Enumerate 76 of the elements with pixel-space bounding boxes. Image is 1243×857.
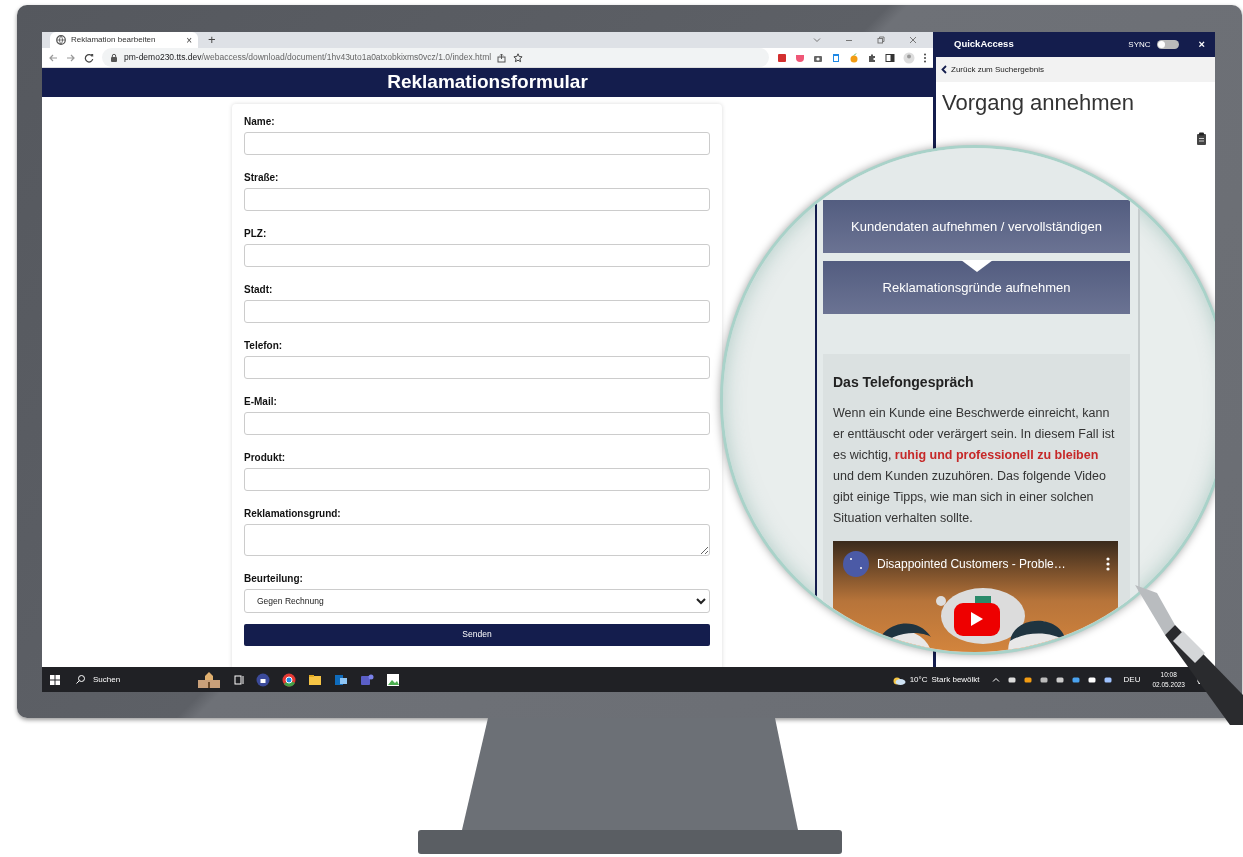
tab-title: Reklamation bearbeiten	[71, 34, 156, 46]
page-heading: Reklamationsformular	[42, 68, 933, 97]
temperature-text: 10°C	[909, 673, 928, 686]
taskbar-search-field[interactable]: Suchen	[72, 671, 222, 688]
reload-icon[interactable]	[84, 52, 94, 63]
forward-icon[interactable]	[66, 52, 76, 63]
back-link[interactable]: Zurück zum Suchergebnis	[936, 57, 1215, 82]
text-field[interactable]	[244, 187, 710, 211]
text-field[interactable]	[244, 411, 710, 435]
browser-tab[interactable]: Reklamation bearbeiten ×	[50, 32, 198, 48]
step-box[interactable]: Reklamationsgründe aufnehmen	[823, 261, 1130, 314]
url-path: /webaccess/download/document/1hv43uto1a0atxobkixms0vcz/1.0/index.html	[201, 52, 492, 63]
video-title[interactable]: Disappointed Customers - Proble…	[877, 554, 1066, 573]
weather-text: Stark bewölkt	[931, 673, 980, 686]
url-host: pm-demo230.tts.dev	[124, 52, 202, 63]
weather-widget[interactable]: 10°C Stark bewölkt	[891, 673, 980, 686]
text-field[interactable]	[244, 355, 710, 379]
field-label: Beurteilung:	[244, 571, 304, 586]
chevron-up-icon[interactable]	[991, 675, 1000, 684]
star-icon[interactable]	[513, 52, 524, 63]
more-icon[interactable]	[1106, 556, 1110, 571]
section-title: Das Telefongespräch	[833, 374, 975, 391]
panel-title: QuickAccess	[954, 37, 1014, 52]
task-view-icon[interactable]	[234, 674, 244, 685]
profile-icon[interactable]	[903, 51, 915, 64]
globe-icon	[56, 35, 66, 45]
image-icon[interactable]	[386, 672, 400, 687]
tab-close-button[interactable]: ×	[186, 32, 192, 48]
lock-app-icon[interactable]	[256, 672, 270, 687]
sidebar-icon[interactable]	[885, 52, 895, 63]
text-field[interactable]	[244, 131, 710, 155]
video-player[interactable]: Disappointed Customers - Proble…	[833, 540, 1120, 652]
field-label: Produkt:	[244, 450, 287, 465]
field-label: E-Mail:	[244, 394, 278, 409]
building-icon	[196, 671, 222, 688]
close-icon[interactable]	[909, 36, 917, 44]
browser-icon[interactable]	[282, 672, 296, 687]
field-label: Name:	[244, 114, 276, 129]
dropdown-field[interactable]: Gegen Rechnung	[244, 588, 710, 613]
panel-close-button[interactable]: ×	[1198, 36, 1205, 53]
lock-icon	[110, 53, 118, 62]
document-icon[interactable]	[831, 52, 841, 63]
mail-icon[interactable]	[334, 672, 348, 687]
text-field[interactable]	[244, 299, 710, 323]
text-field[interactable]	[244, 243, 710, 267]
extension-icon[interactable]	[777, 52, 787, 63]
back-icon[interactable]	[48, 52, 58, 63]
address-field[interactable]: pm-demo230.tts.dev/webaccess/download/document/1hv43uto1a0atxobkixms0vcz/1.0/index.html	[102, 48, 769, 67]
language-indicator[interactable]: DEU	[1123, 673, 1141, 686]
pocket-icon[interactable]	[795, 52, 805, 63]
puzzle-icon[interactable]	[867, 52, 877, 63]
field-label: Reklamationsgrund:	[244, 506, 342, 521]
tray-app-icon[interactable]	[1007, 675, 1016, 684]
panel-heading: Vorgang annehmen	[941, 89, 1136, 117]
new-tab-button[interactable]: +	[202, 32, 222, 48]
step-box[interactable]: Kundendaten aufnehmen / vervollständigen	[823, 200, 1130, 253]
folder-icon[interactable]	[308, 672, 322, 687]
share-icon[interactable]	[497, 52, 508, 63]
field-label: Telefon:	[244, 338, 284, 353]
sync-toggle[interactable]	[1156, 40, 1179, 49]
menu-icon[interactable]	[923, 52, 927, 63]
field-label: Straße:	[244, 170, 280, 185]
start-icon[interactable]	[50, 674, 60, 685]
field-label: Stadt:	[244, 282, 274, 297]
text-field[interactable]	[244, 467, 710, 491]
sync-label: SYNC	[1128, 38, 1151, 51]
field-label: PLZ:	[244, 226, 268, 241]
section-text: Wenn ein Kunde eine Beschwerde einreicht, kann er enttäuscht oder verärgert sein. In diesem Fall ist es wichtig, ruhig und professionell zu bleiben und dem Kunden zuzuhören. Das folgende Video gibt einige Tipps, wie man sich in einer solchen Situation verhalten sollte.	[833, 404, 1116, 527]
people-icon[interactable]	[360, 672, 374, 687]
clipboard-icon[interactable]	[1196, 132, 1207, 146]
chevron-left-icon	[941, 65, 947, 74]
search-icon	[76, 675, 85, 684]
tray-app-icon[interactable]	[1103, 675, 1112, 684]
restore-icon[interactable]	[877, 36, 885, 44]
submit-button[interactable]: Senden	[244, 623, 710, 646]
play-icon	[969, 611, 984, 628]
